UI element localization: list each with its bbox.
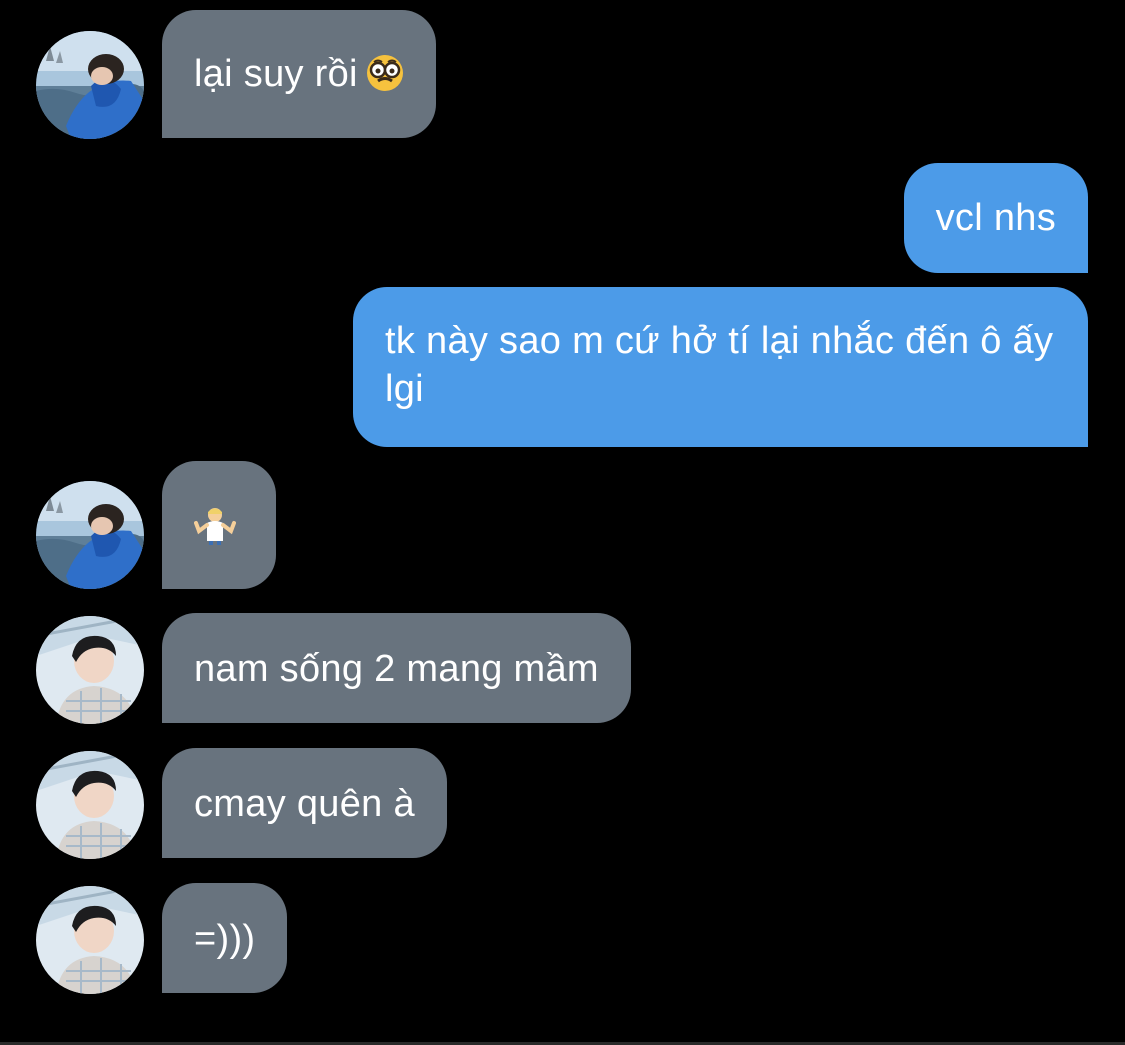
message-text: tk này sao m cứ hở tí lại nhắc đến ô ấy … (385, 320, 1054, 410)
avatar-contact-b[interactable] (36, 616, 144, 724)
message-bubble-outgoing[interactable]: vcl nhs (903, 163, 1088, 273)
person-shrugging-icon (194, 508, 236, 554)
avatar-photo-portrait (36, 886, 144, 994)
avatar-contact-a[interactable] (36, 481, 144, 589)
avatar-photo-portrait (36, 616, 144, 724)
avatar-contact-a[interactable] (36, 31, 144, 139)
message-bubble-incoming[interactable] (162, 461, 276, 589)
avatar-photo-portrait (36, 751, 144, 859)
avatar-photo-sea (36, 31, 144, 139)
message-bubble-incoming[interactable]: nam sống 2 mang mầm (162, 613, 631, 723)
message-bubble-incoming[interactable]: =))) (162, 883, 288, 993)
message-text: =))) (194, 918, 256, 960)
message-bubble-incoming[interactable]: lại suy rồi (162, 10, 436, 138)
message-text: lại suy rồi (194, 50, 404, 104)
message-bubble-outgoing[interactable]: tk này sao m cứ hở tí lại nhắc đến ô ấy … (353, 287, 1088, 447)
message-text: cmay quên à (194, 783, 415, 825)
avatar-contact-b[interactable] (36, 886, 144, 994)
nerd-face-glasses-icon (366, 54, 404, 104)
message-bubble-incoming[interactable]: cmay quên à (162, 748, 447, 858)
chat-thread: lại suy rồi vcl nhs tk này sao m cứ hở t… (0, 0, 1125, 1045)
avatar-contact-b[interactable] (36, 751, 144, 859)
message-text: vcl nhs (935, 197, 1056, 239)
avatar-photo-sea (36, 481, 144, 589)
message-text: nam sống 2 mang mầm (194, 648, 599, 690)
